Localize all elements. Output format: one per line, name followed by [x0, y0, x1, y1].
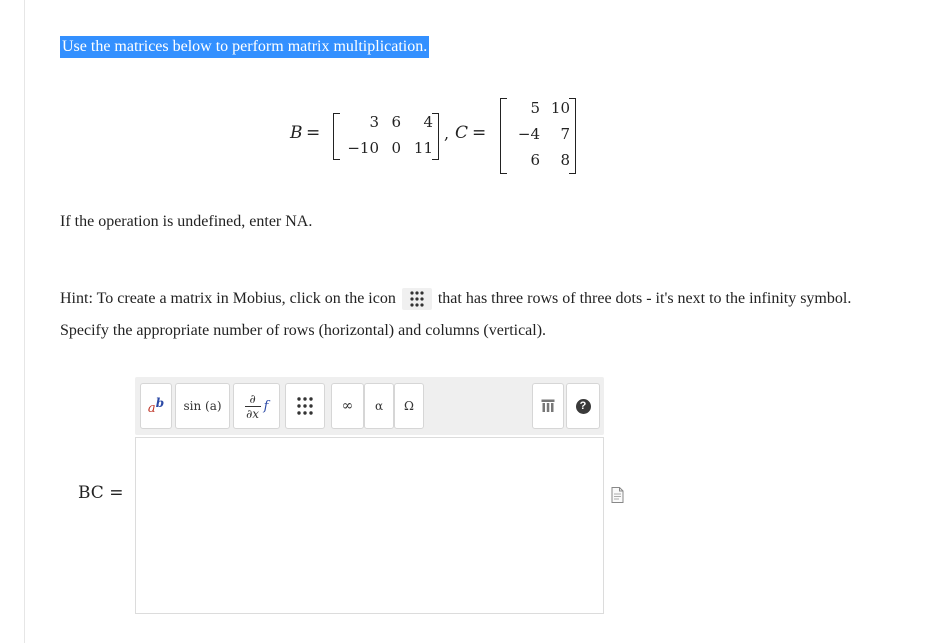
matrix-c-cell: 5 — [530, 99, 540, 117]
c-symbol: C — [455, 123, 469, 143]
matrix-button[interactable] — [285, 383, 325, 429]
matrix-c-cell: 7 — [560, 125, 570, 143]
matrix-b-cell: 4 — [423, 113, 433, 131]
answer-editor[interactable] — [135, 437, 604, 614]
hint-paragraph: Hint: To create a matrix in Mobius, clic… — [60, 283, 860, 347]
matrix-c-cell: 6 — [530, 151, 540, 169]
partial-derivative-button[interactable]: ∂ ∂x f — [233, 383, 280, 429]
b-equals: = — [306, 123, 321, 143]
matrix-dots-icon — [297, 397, 313, 415]
superscript-base: a — [147, 401, 156, 416]
matrix-c-cell: 8 — [560, 151, 570, 169]
matrix-b-cell: 0 — [391, 139, 401, 157]
matrix-b: 3 6 4 −10 0 11 — [333, 113, 439, 160]
answer-label: BC = — [78, 483, 124, 503]
infinity-symbol: ∞ — [341, 398, 354, 414]
matrix-b-right-bracket — [432, 113, 439, 160]
superscript-exponent: b — [155, 396, 165, 410]
hint-text-before: Hint: To create a matrix in Mobius, clic… — [60, 290, 396, 307]
columns-icon — [541, 399, 555, 412]
preview-button[interactable] — [532, 383, 564, 429]
matrix-c-cell: −4 — [517, 125, 540, 143]
left-divider — [24, 0, 25, 643]
sin-label: sin (a) — [183, 399, 222, 413]
partial-top: ∂ — [249, 391, 256, 406]
omega-symbol: Ω — [404, 399, 414, 413]
c-equals: = — [472, 123, 487, 143]
matrix-c-left-bracket — [500, 98, 507, 174]
superscript-button[interactable]: ab — [140, 383, 172, 429]
matrix-c-right-bracket — [569, 98, 576, 174]
matrix-c-cell: 10 — [550, 99, 570, 117]
b-symbol: B — [290, 123, 303, 143]
alpha-symbol: α — [374, 399, 384, 413]
sin-function-button[interactable]: sin (a) — [175, 383, 230, 429]
omega-button[interactable]: Ω — [394, 383, 424, 429]
matrix-b-cell: 11 — [413, 139, 433, 157]
document-icon[interactable] — [611, 487, 624, 507]
infinity-button[interactable]: ∞ — [331, 383, 364, 429]
partial-bottom: ∂x — [246, 406, 260, 421]
matrix-b-cell: 6 — [391, 113, 401, 131]
matrix-b-cell: 3 — [369, 113, 379, 131]
undefined-note: If the operation is undefined, enter NA. — [60, 213, 313, 230]
separator-comma: , — [444, 124, 450, 143]
help-icon: ? — [575, 398, 591, 414]
help-button[interactable]: ? — [566, 383, 600, 429]
matrix-b-cell: −10 — [347, 139, 379, 157]
partial-f: f — [263, 398, 269, 414]
instruction-text: Use the matrices below to perform matrix… — [60, 36, 430, 58]
alpha-button[interactable]: α — [364, 383, 394, 429]
matrix-dots-icon — [401, 288, 432, 311]
matrix-c: 5 10 −4 7 6 8 — [500, 98, 576, 174]
